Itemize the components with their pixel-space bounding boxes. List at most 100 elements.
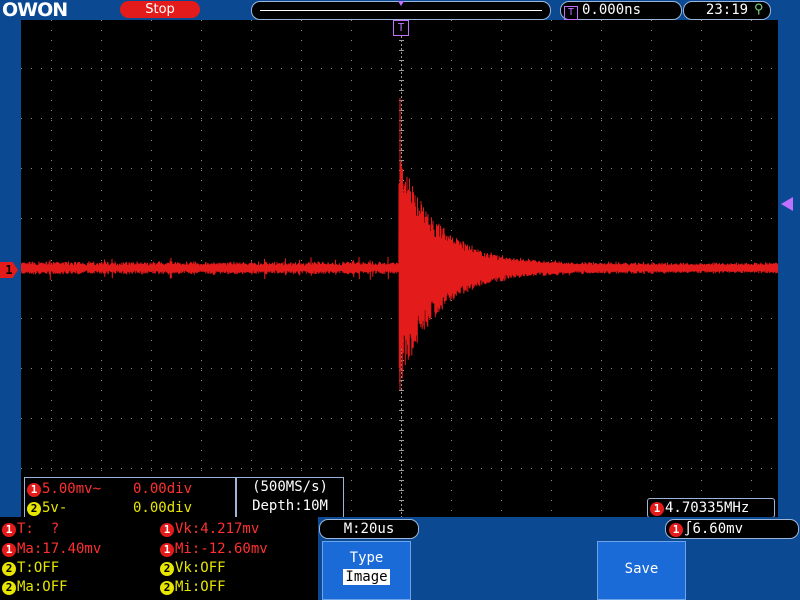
grid-dot: [91, 318, 92, 319]
grid-dot: [501, 140, 502, 141]
grid-dot: [301, 40, 302, 41]
grid-dot: [611, 368, 612, 369]
grid-dot: [771, 318, 772, 319]
grid-dot: [51, 240, 52, 241]
grid-dot: [601, 200, 602, 201]
grid-dot: [201, 310, 202, 311]
grid-dot: [501, 110, 502, 111]
grid-dot: [101, 168, 102, 169]
run-stop-indicator[interactable]: Stop: [120, 1, 200, 18]
grid-dot: [631, 318, 632, 319]
grid-dot: [111, 418, 112, 419]
grid-dot: [251, 390, 252, 391]
grid-dot: [751, 50, 752, 51]
grid-dot: [741, 68, 742, 69]
grid-dot: [651, 260, 652, 261]
grid-dot: [281, 468, 282, 469]
grid-dot: [601, 68, 602, 69]
grid-dot: [701, 290, 702, 291]
grid-dot: [31, 368, 32, 369]
grid-dot: [521, 68, 522, 69]
grid-dot: [751, 400, 752, 401]
grid-dot: [711, 168, 712, 169]
grid-dot: [461, 168, 462, 169]
grid-dot: [291, 118, 292, 119]
grid-dot: [751, 120, 752, 121]
grid-dot: [701, 330, 702, 331]
grid-dot: [751, 170, 752, 171]
grid-dot: [751, 490, 752, 491]
grid-dot: [651, 210, 652, 211]
grid-dot: [301, 218, 302, 219]
grid-dot: [251, 70, 252, 71]
grid-dot: [351, 260, 352, 261]
grid-dot: [161, 118, 162, 119]
grid-dot: [451, 300, 452, 301]
grid-dot: [451, 370, 452, 371]
grid-dot: [51, 340, 52, 341]
grid-dot: [141, 218, 142, 219]
grid-dot: [201, 290, 202, 291]
grid-dot: [651, 300, 652, 301]
grid-dot: [451, 490, 452, 491]
grid-dot: [161, 168, 162, 169]
grid-dot: [501, 380, 502, 381]
grid-dot: [651, 170, 652, 171]
grid-dot: [351, 210, 352, 211]
grid-dot: [301, 140, 302, 141]
save-softkey[interactable]: Save: [597, 541, 686, 600]
grid-dot: [231, 318, 232, 319]
center-axis-v: [401, 140, 402, 142]
grid-dot: [751, 318, 752, 319]
grid-dot: [311, 118, 312, 119]
grid-dot: [191, 418, 192, 419]
grid-dot: [681, 168, 682, 169]
grid-dot: [751, 360, 752, 361]
grid-dot: [481, 418, 482, 419]
grid-dot: [511, 118, 512, 119]
grid-dot: [591, 68, 592, 69]
center-axis-v: [401, 428, 402, 430]
grid-dot: [751, 250, 752, 251]
grid-dot: [751, 100, 752, 101]
grid-dot: [481, 368, 482, 369]
grid-dot: [151, 350, 152, 351]
grid-dot: [461, 218, 462, 219]
grid-dot: [121, 68, 122, 69]
grid-dot: [551, 430, 552, 431]
trigger-time-marker[interactable]: T: [393, 20, 409, 36]
grid-dot: [651, 40, 652, 41]
grid-dot: [771, 68, 772, 69]
grid-dot: [601, 370, 602, 371]
grid-dot: [351, 290, 352, 291]
grid-dot: [51, 118, 52, 119]
grid-dot: [741, 318, 742, 319]
center-axis-v: [401, 508, 402, 510]
grid-dot: [581, 468, 582, 469]
grid-dot: [651, 330, 652, 331]
grid-dot: [651, 100, 652, 101]
grid-dot: [101, 330, 102, 331]
grid-dot: [201, 120, 202, 121]
grid-dot: [151, 290, 152, 291]
grid-dot: [621, 468, 622, 469]
grid-dot: [751, 218, 752, 219]
grid-dot: [661, 218, 662, 219]
center-axis-v: [401, 472, 402, 474]
grid-dot: [201, 410, 202, 411]
grid-dot: [501, 350, 502, 351]
type-softkey[interactable]: Type Image: [322, 541, 411, 600]
grid-dot: [451, 118, 452, 119]
grid-dot: [571, 418, 572, 419]
grid-dot: [191, 318, 192, 319]
ch1-offset-marker[interactable]: 1: [0, 262, 18, 278]
measure-ch1-max: 1 Ma:17.40mv: [2, 540, 101, 558]
grid-dot: [341, 318, 342, 319]
trigger-level-marker[interactable]: [781, 197, 793, 211]
grid-dot: [761, 118, 762, 119]
grid-dot: [431, 118, 432, 119]
grid-dot: [151, 240, 152, 241]
grid-dot: [251, 30, 252, 31]
grid-dot: [101, 300, 102, 301]
grid-dot: [451, 80, 452, 81]
